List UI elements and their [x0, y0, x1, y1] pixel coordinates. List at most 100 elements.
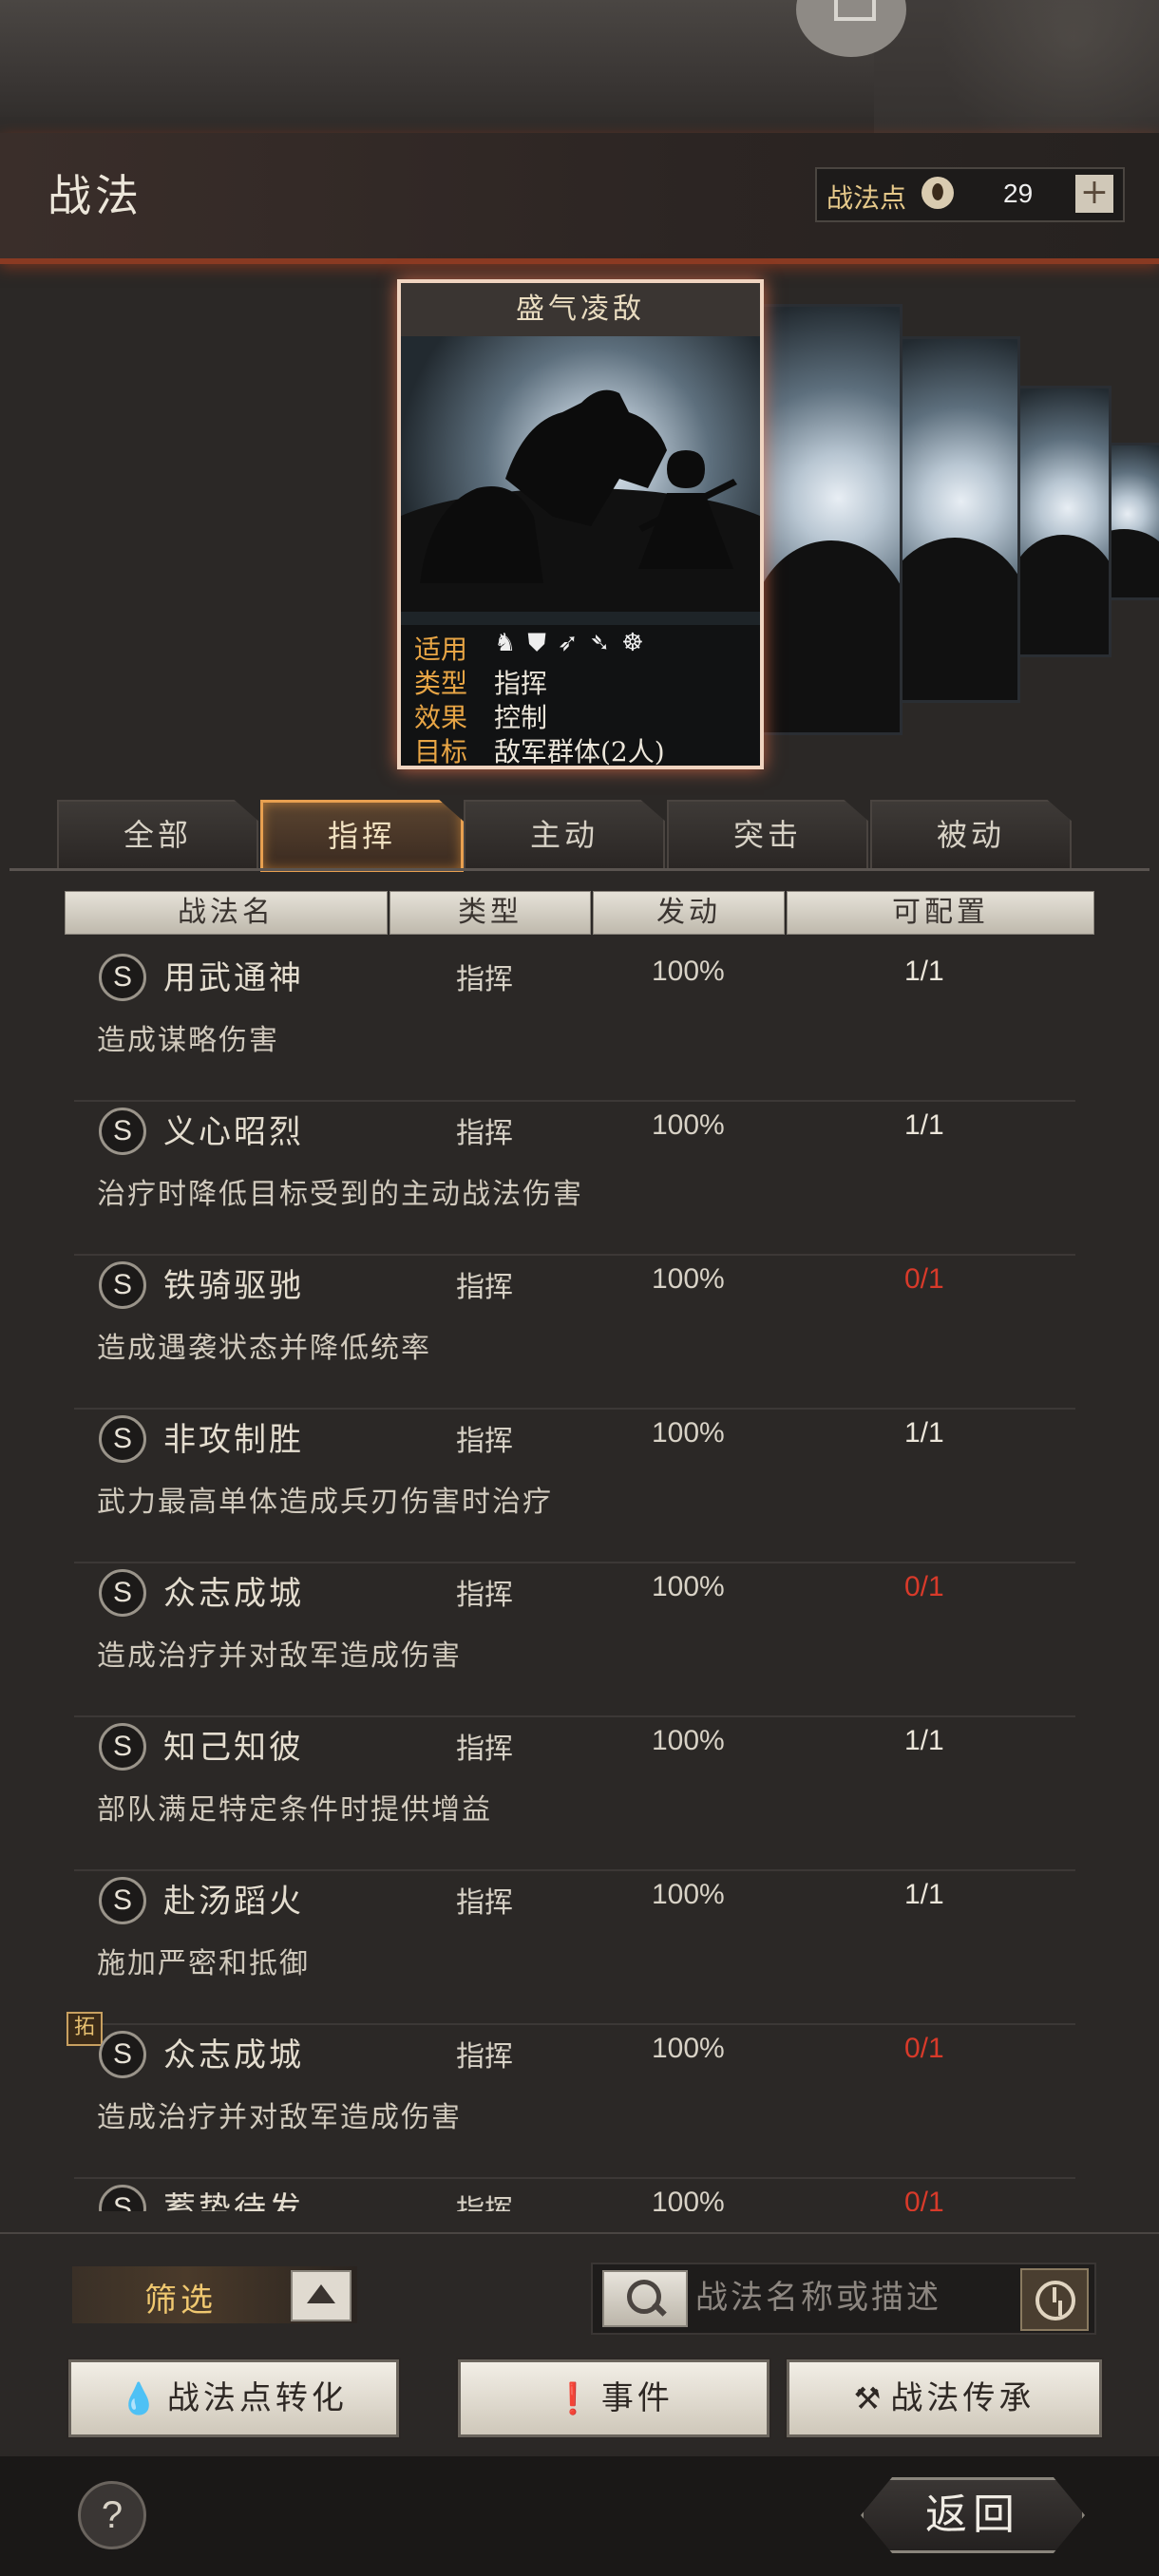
inherit-button[interactable]: ⚒ 战法传承	[787, 2359, 1102, 2437]
skill-desc: 造成谋略伤害	[97, 1024, 279, 1057]
chariot-icon: ☸	[621, 629, 656, 657]
column-header-type[interactable]: 类型	[390, 891, 591, 935]
list-item[interactable]: S 非攻制胜 指挥 100% 1/1 武力最高单体造成兵刃伤害时治疗	[74, 1410, 1075, 1563]
skill-desc: 施加严密和抵御	[97, 1947, 310, 1980]
info-key: 适用	[414, 634, 468, 665]
skill-type: 指挥	[456, 1271, 513, 1304]
inherit-label: 战法传承	[890, 2379, 1036, 2417]
list-item[interactable]: S 赴汤蹈火 指挥 100% 1/1 施加严密和抵御	[74, 1871, 1075, 2025]
bow-icon: ➶	[557, 629, 590, 657]
expand-tag-icon: 拓	[66, 2012, 103, 2046]
info-key: 目标	[414, 736, 468, 767]
skill-desc: 武力最高单体造成兵刃伤害时治疗	[97, 1486, 553, 1519]
tab-command[interactable]: 指挥	[260, 800, 464, 872]
tab-assault[interactable]: 突击	[667, 800, 868, 870]
hammer-icon: ⚒	[853, 2380, 885, 2416]
skill-points-value: 29	[1003, 179, 1034, 208]
skill-rate: 100%	[652, 1571, 725, 1602]
info-key: 效果	[414, 702, 468, 733]
skill-rate: 100%	[652, 1263, 725, 1295]
skill-name: 非攻制胜	[163, 1421, 304, 1459]
grade-s-icon: S	[99, 1415, 146, 1463]
skill-rate: 100%	[652, 1109, 725, 1141]
spear-icon: ➴	[589, 629, 622, 657]
filter-label: 筛选	[144, 2282, 217, 2320]
page-title: 战法	[48, 170, 142, 221]
skill-type: 指挥	[456, 1425, 513, 1458]
help-button[interactable]: ?	[78, 2481, 146, 2549]
triangle-up-icon[interactable]	[291, 2270, 352, 2321]
skill-desc: 治疗时降低目标受到的主动战法伤害	[97, 1178, 583, 1211]
column-header-rate[interactable]: 发动	[593, 891, 785, 935]
skill-type: 指挥	[456, 1886, 513, 1920]
skill-desc: 部队满足特定条件时提供增益	[97, 1793, 492, 1827]
tab-active[interactable]: 主动	[464, 800, 665, 870]
grade-s-icon: S	[99, 1877, 146, 1924]
warrior-silhouette-icon	[420, 389, 737, 583]
card-carousel[interactable]: 盛气凌敌 适用 ♞⛊➶➴☸ 类型 指挥 效果 控制 目标 敌军群体(2人)	[0, 266, 1159, 779]
convert-points-button[interactable]: 💧 战法点转化	[68, 2359, 399, 2437]
skill-desc: 造成治疗并对敌军造成伤害	[97, 1639, 462, 1673]
skill-config: 0/1	[904, 1571, 944, 1602]
skill-rate: 100%	[652, 2033, 725, 2064]
skill-points-label: 战法点	[826, 182, 907, 214]
skill-points-panel: 战法点 ⬮ 29 +	[815, 167, 1125, 222]
skill-desc: 造成遇袭状态并降低统率	[97, 1332, 431, 1365]
skill-rate: 100%	[652, 1417, 725, 1449]
list-item[interactable]: S 用武通神 指挥 100% 1/1 造成谋略伤害	[74, 948, 1075, 1102]
skill-name: 知己知彼	[163, 1729, 304, 1767]
grade-s-icon: S	[99, 2031, 146, 2078]
skill-type: 指挥	[456, 2194, 513, 2211]
list-item[interactable]: 拓 S 众志成城 指挥 100% 0/1 造成治疗并对敌军造成伤害	[66, 2012, 1075, 2179]
column-header-config[interactable]: 可配置	[787, 891, 1094, 935]
cavalry-icon: ♞	[494, 629, 528, 657]
column-header-name[interactable]: 战法名	[65, 891, 388, 935]
event-button[interactable]: ❗ 事件	[458, 2359, 770, 2437]
convert-points-label: 战法点转化	[166, 2379, 348, 2417]
grade-s-icon: S	[99, 954, 146, 1001]
skill-name: 用武通神	[163, 959, 304, 997]
skill-rate: 100%	[652, 956, 725, 987]
add-points-button[interactable]: +	[1075, 175, 1113, 213]
carousel-card[interactable]	[889, 336, 1020, 703]
list-item[interactable]: S 铁骑驱驰 指挥 100% 0/1 造成遇袭状态并降低统率	[74, 1256, 1075, 1410]
search-bar	[591, 2263, 1096, 2335]
search-input[interactable]	[694, 2270, 982, 2325]
featured-card-title: 盛气凌敌	[401, 283, 760, 336]
divider	[0, 2232, 1159, 2234]
history-clock-icon[interactable]	[1020, 2268, 1089, 2331]
grade-s-icon: S	[99, 2185, 146, 2211]
carousel-card[interactable]	[760, 304, 902, 735]
search-icon[interactable]	[602, 2270, 688, 2327]
page-header: 战法 战法点 ⬮ 29 +	[0, 133, 1159, 264]
unit-type-icons: ♞⛊➶➴☸	[494, 629, 656, 658]
tab-all[interactable]: 全部	[57, 800, 258, 870]
skill-type: 指挥	[456, 2040, 513, 2074]
skill-config: 1/1	[904, 1109, 944, 1141]
tab-passive[interactable]: 被动	[870, 800, 1072, 870]
skill-type: 指挥	[456, 1733, 513, 1766]
list-item[interactable]: S 义心昭烈 指挥 100% 1/1 治疗时降低目标受到的主动战法伤害	[74, 1102, 1075, 1256]
skill-name: 义心昭烈	[163, 1113, 304, 1151]
skill-list[interactable]: S 用武通神 指挥 100% 1/1 造成谋略伤害 S 义心昭烈 指挥 100%…	[0, 948, 1159, 2211]
shield-icon: ⛊	[527, 629, 558, 657]
event-label: 事件	[600, 2379, 674, 2417]
featured-skill-card[interactable]: 盛气凌敌 适用 ♞⛊➶➴☸ 类型 指挥 效果 控制 目标 敌军群体(2人)	[397, 279, 764, 769]
skill-type: 指挥	[456, 963, 513, 996]
list-item[interactable]: S 知己知彼 指挥 100% 1/1 部队满足特定条件时提供增益	[74, 1717, 1075, 1871]
skill-rate: 100%	[652, 1879, 725, 1910]
event-ticket-icon: ❗	[554, 2380, 596, 2416]
divider	[10, 868, 1150, 871]
filter-control[interactable]: 筛选	[72, 2266, 357, 2323]
skill-name: 众志成城	[163, 1575, 304, 1613]
list-item[interactable]: S 蓄势待发 指挥 100% 0/1	[74, 2179, 1075, 2211]
list-item[interactable]: S 众志成城 指挥 100% 0/1 造成治疗并对敌军造成伤害	[74, 1563, 1075, 1717]
cloud-decoration	[874, 0, 1159, 133]
info-key: 类型	[414, 668, 468, 699]
carousel-card[interactable]	[1015, 386, 1112, 657]
skill-name: 蓄势待发	[163, 2190, 304, 2211]
info-value: 指挥	[494, 668, 548, 699]
skill-config: 1/1	[904, 1879, 944, 1910]
skill-rate: 100%	[652, 2187, 725, 2211]
back-button[interactable]: 返回	[861, 2477, 1085, 2553]
